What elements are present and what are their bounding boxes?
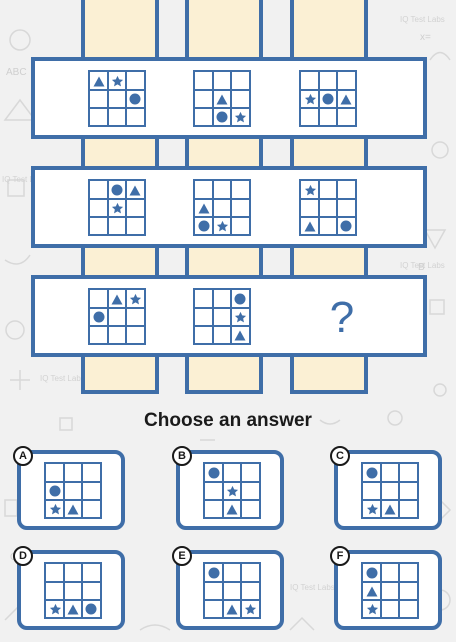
option-label: A bbox=[13, 446, 33, 466]
circle-icon bbox=[46, 482, 65, 501]
circle-icon bbox=[90, 308, 109, 327]
triangle-icon bbox=[64, 500, 83, 519]
star-icon bbox=[231, 108, 250, 127]
puzzle-cell bbox=[299, 179, 357, 236]
star-icon bbox=[363, 600, 382, 619]
puzzle-cell bbox=[88, 179, 146, 236]
circle-icon bbox=[205, 564, 224, 583]
triangle-icon bbox=[126, 181, 145, 200]
star-icon bbox=[223, 482, 242, 501]
watermark: IQ Test Labs bbox=[400, 261, 445, 270]
option-cell bbox=[44, 562, 102, 619]
circle-icon bbox=[363, 564, 382, 583]
grid-line bbox=[212, 290, 214, 343]
circle-icon bbox=[195, 217, 214, 236]
watermark: IQ Test Labs bbox=[400, 15, 445, 24]
star-icon bbox=[46, 600, 65, 619]
circle-icon bbox=[126, 90, 145, 109]
answer-option-b[interactable]: B bbox=[172, 446, 284, 530]
star-icon bbox=[108, 199, 127, 218]
star-icon bbox=[126, 290, 145, 309]
grid-line bbox=[398, 564, 400, 617]
star-icon bbox=[241, 600, 260, 619]
triangle-icon bbox=[108, 290, 127, 309]
circle-icon bbox=[231, 290, 250, 309]
triangle-icon bbox=[231, 326, 250, 345]
triangle-icon bbox=[223, 500, 242, 519]
option-label: C bbox=[330, 446, 350, 466]
option-label: F bbox=[330, 546, 350, 566]
watermark: IQ Test Labs bbox=[40, 374, 85, 383]
missing-cell-question-mark: ? bbox=[329, 293, 355, 342]
triangle-icon bbox=[337, 90, 356, 109]
puzzle-cell bbox=[88, 288, 146, 345]
circle-icon bbox=[363, 464, 382, 483]
star-icon bbox=[231, 308, 250, 327]
circle-icon bbox=[108, 181, 127, 200]
puzzle-cell bbox=[193, 179, 251, 236]
star-icon bbox=[301, 181, 320, 200]
option-cell bbox=[361, 562, 419, 619]
circle-icon bbox=[205, 464, 224, 483]
puzzle-cell bbox=[88, 70, 146, 127]
choose-answer-heading: Choose an answer bbox=[144, 410, 312, 431]
circle-icon bbox=[337, 217, 356, 236]
watermark: IQ Test Labs bbox=[290, 583, 335, 592]
circle-icon bbox=[319, 90, 338, 109]
grid-line bbox=[46, 581, 100, 583]
answer-option-a[interactable]: A bbox=[13, 446, 125, 530]
triangle-icon bbox=[90, 72, 109, 91]
answer-option-f[interactable]: F bbox=[330, 546, 442, 630]
star-icon bbox=[363, 500, 382, 519]
triangle-icon bbox=[381, 500, 400, 519]
circle-icon bbox=[82, 600, 101, 619]
triangle-icon bbox=[195, 199, 214, 218]
triangle-icon bbox=[363, 582, 382, 601]
puzzle-row-3: ? bbox=[31, 275, 427, 357]
circle-icon bbox=[213, 108, 232, 127]
triangle-icon bbox=[213, 90, 232, 109]
triangle-icon bbox=[64, 600, 83, 619]
option-label: D bbox=[13, 546, 33, 566]
answer-option-d[interactable]: D bbox=[13, 546, 125, 630]
star-icon bbox=[46, 500, 65, 519]
puzzle-cell bbox=[299, 70, 357, 127]
option-cell bbox=[361, 462, 419, 519]
doodle-text: ABC bbox=[6, 67, 27, 78]
option-cell bbox=[203, 462, 261, 519]
option-label: E bbox=[172, 546, 192, 566]
puzzle-row-2 bbox=[31, 166, 427, 248]
star-icon bbox=[301, 90, 320, 109]
option-cell bbox=[44, 462, 102, 519]
puzzle-cell bbox=[193, 288, 251, 345]
star-icon bbox=[213, 217, 232, 236]
answer-option-e[interactable]: E bbox=[172, 546, 284, 630]
answer-option-c[interactable]: C bbox=[330, 446, 442, 530]
option-cell bbox=[203, 562, 261, 619]
star-icon bbox=[108, 72, 127, 91]
puzzle-row-1 bbox=[31, 57, 427, 139]
triangle-icon bbox=[223, 600, 242, 619]
triangle-icon bbox=[301, 217, 320, 236]
puzzle-cell bbox=[193, 70, 251, 127]
doodle-text: x= bbox=[420, 32, 431, 43]
option-label: B bbox=[172, 446, 192, 466]
